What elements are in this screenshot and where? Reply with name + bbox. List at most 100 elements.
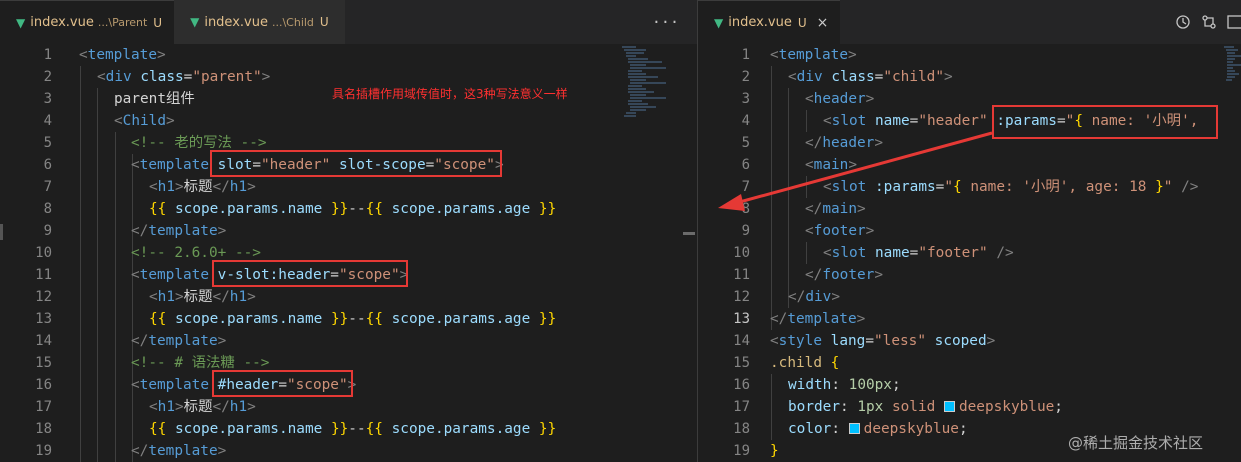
tab-parent-index-vue[interactable]: ▼ index.vue ...\Parent U: [0, 0, 175, 44]
line-number: 9: [741, 223, 750, 239]
code-line: color: deepskyblue;: [788, 421, 968, 437]
line-number: 5: [43, 135, 52, 151]
code-line: <header>: [805, 91, 875, 107]
line-number: 11: [35, 267, 52, 283]
line-number: 3: [741, 91, 750, 107]
code-line: <h1>标题</h1>: [149, 179, 256, 195]
left-editor[interactable]: 1 <template> 2 <div class="parent"> 3 pa…: [0, 44, 697, 462]
color-swatch[interactable]: [848, 423, 860, 434]
highlight-slot-scope: [210, 150, 502, 177]
line-number: 19: [733, 443, 750, 459]
code-line: <footer>: [805, 223, 875, 239]
right-minimap[interactable]: [1224, 44, 1241, 104]
code-line: width: 100px;: [788, 377, 901, 393]
code-line: parent组件: [114, 91, 195, 107]
line-number: 4: [43, 113, 52, 129]
code-line: </template>: [131, 223, 227, 239]
line-number: 1: [741, 47, 750, 63]
close-icon[interactable]: ×: [817, 15, 829, 31]
line-number: 7: [43, 179, 52, 195]
line-number: 18: [35, 421, 52, 437]
timeline-icon[interactable]: [1175, 0, 1191, 44]
code-line: <slot :params="{ name: '小明', age: 18 }" …: [823, 179, 1199, 195]
vue-file-icon: ▼: [190, 15, 200, 29]
code-line: <h1>标题</h1>: [149, 399, 256, 415]
split-editor-icon[interactable]: [1227, 0, 1241, 44]
tab-status: U: [319, 15, 329, 29]
code-line: <Child>: [114, 113, 175, 129]
line-number: 2: [43, 69, 52, 85]
annotation-note: 具名插槽作用域传值时，这3种写法意义一样: [332, 87, 568, 101]
code-line: </footer>: [805, 267, 883, 283]
tab-status: U: [153, 15, 163, 30]
line-number: 18: [733, 421, 750, 437]
code-line: </header>: [805, 135, 883, 151]
code-line: <slot name="footer" />: [823, 245, 1014, 261]
tab-path: ...\Child: [271, 15, 314, 29]
line-number: 14: [733, 333, 750, 349]
line-number: 17: [35, 399, 52, 415]
code-line: {{ scope.params.name }}--{{ scope.params…: [149, 421, 557, 437]
tab-child-index-vue[interactable]: ▼ index.vue ...\Child U: [174, 0, 345, 44]
line-number: 10: [35, 245, 52, 261]
code-line: <template>: [770, 47, 857, 63]
line-number: 13: [35, 311, 52, 327]
tab-path: ...\Parent: [97, 16, 148, 29]
line-number: 13: [733, 311, 750, 327]
code-line: .child {: [770, 355, 840, 371]
line-number: 17: [733, 399, 750, 415]
code-line: <div class="child">: [788, 69, 953, 85]
code-line: border: 1px solid deepskyblue;: [788, 399, 1063, 415]
code-line: </template>: [770, 311, 866, 327]
code-line: </div>: [788, 289, 840, 305]
more-actions-icon[interactable]: ···: [652, 0, 679, 44]
code-line: <div class="parent">: [97, 69, 271, 85]
line-number: 6: [741, 157, 750, 173]
line-number: 19: [35, 443, 52, 459]
right-tabbar: ▼ index.vue U ×: [698, 0, 1241, 44]
left-minimap[interactable]: [622, 44, 668, 154]
line-number: 16: [733, 377, 750, 393]
code-line: </main>: [805, 201, 866, 217]
left-scrollbar[interactable]: [683, 232, 695, 235]
code-line: </template>: [131, 333, 227, 349]
left-gutter-marker: [0, 224, 3, 240]
code-line: {{ scope.params.name }}--{{ scope.params…: [149, 311, 557, 327]
right-editor[interactable]: 1 <template> 2 <div class="child"> 3 <he…: [698, 44, 1241, 462]
line-number: 16: [35, 377, 52, 393]
vue-file-icon: ▼: [714, 15, 724, 30]
line-number: 2: [741, 69, 750, 85]
line-number: 12: [35, 289, 52, 305]
highlight-hash-shorthand: [212, 370, 353, 397]
line-number: 8: [741, 201, 750, 217]
watermark: @稀土掘金技术社区: [1068, 434, 1204, 452]
tab-child-index-vue-right[interactable]: ▼ index.vue U ×: [698, 0, 841, 44]
line-number: 9: [43, 223, 52, 239]
code-line: <style lang="less" scoped>: [770, 333, 996, 349]
line-number: 15: [35, 355, 52, 371]
line-number: 15: [733, 355, 750, 371]
code-line: <template>: [79, 47, 166, 63]
line-number: 8: [43, 201, 52, 217]
code-line: <h1>标题</h1>: [149, 289, 256, 305]
code-line: {{ scope.params.name }}--{{ scope.params…: [149, 201, 557, 217]
compare-changes-icon[interactable]: [1201, 0, 1217, 44]
line-number: 4: [741, 113, 750, 129]
line-number: 5: [741, 135, 750, 151]
line-number: 14: [35, 333, 52, 349]
line-number: 12: [733, 289, 750, 305]
line-number: 7: [741, 179, 750, 195]
line-number: 6: [43, 157, 52, 173]
tab-filename: index.vue: [204, 14, 268, 30]
highlight-v-slot: [212, 260, 408, 287]
line-number: 11: [733, 267, 750, 283]
line-number: 3: [43, 91, 52, 107]
code-line: <main>: [805, 157, 857, 173]
color-swatch[interactable]: [943, 401, 955, 412]
code-line: </template>: [131, 443, 227, 459]
left-tabbar: ▼ index.vue ...\Parent U ▼ index.vue ...…: [0, 0, 697, 44]
highlight-params-prop: [992, 105, 1218, 139]
line-number: 1: [43, 47, 52, 63]
code-line: }: [770, 443, 779, 459]
tab-filename: index.vue: [728, 15, 792, 30]
